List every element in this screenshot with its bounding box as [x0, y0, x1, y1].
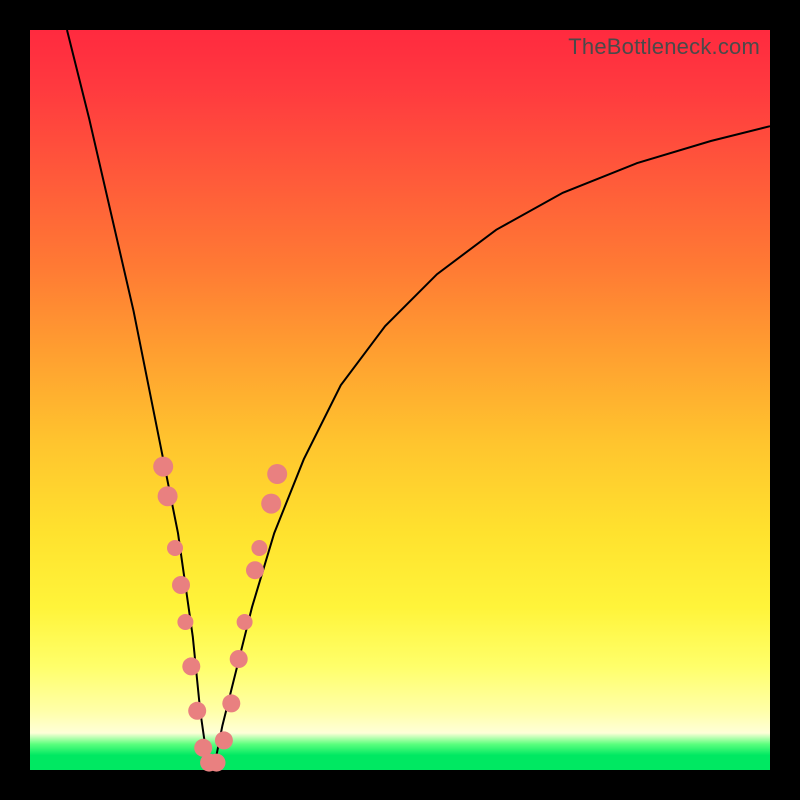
bead-point [246, 561, 264, 579]
bead-point [167, 540, 183, 556]
chart-frame: TheBottleneck.com [0, 0, 800, 800]
bead-point [177, 614, 193, 630]
bead-point [230, 650, 248, 668]
bead-point [172, 576, 190, 594]
bottleneck-curve [67, 30, 770, 763]
bead-point [208, 754, 226, 772]
bead-point [222, 694, 240, 712]
bead-point [237, 614, 253, 630]
bead-point [251, 540, 267, 556]
bead-point [182, 657, 200, 675]
bead-group [153, 457, 287, 772]
bead-point [188, 702, 206, 720]
bead-point [267, 464, 287, 484]
bead-point [261, 494, 281, 514]
curve-layer [30, 30, 770, 770]
bead-point [158, 486, 178, 506]
bead-point [215, 731, 233, 749]
bead-point [153, 457, 173, 477]
plot-area: TheBottleneck.com [30, 30, 770, 770]
